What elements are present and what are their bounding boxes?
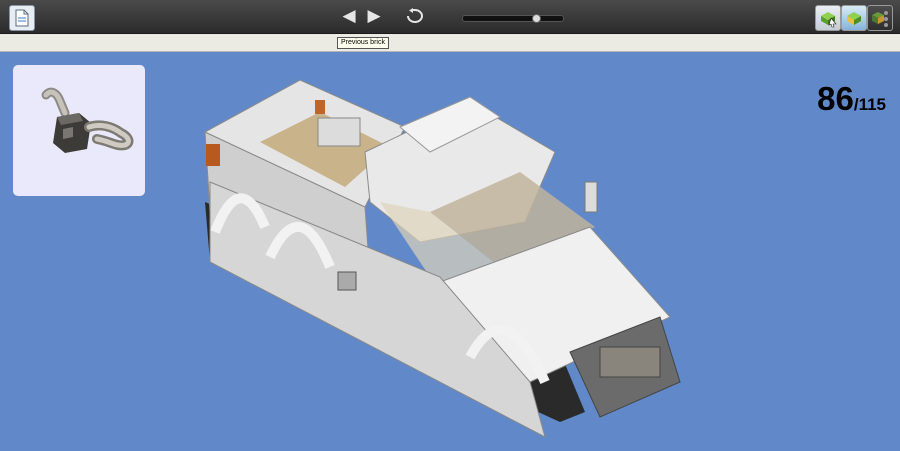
undo-arrow-icon[interactable] [404,8,428,24]
toolbar: ◀ ▶ [0,0,900,34]
assembled-view-glyph [847,12,861,25]
next-brick-button[interactable]: ▶ [365,6,383,26]
build-mode-icon[interactable] [815,5,841,31]
undo-glyph [407,8,423,23]
step-slider-thumb[interactable] [532,14,541,23]
document-glyph [15,9,29,27]
step-slider[interactable] [462,14,564,23]
truck-model-render [203,79,681,438]
tooltip: Previous brick [337,37,389,49]
build-mode-glyph [821,12,837,28]
dark-view-icon[interactable] [867,5,893,31]
document-icon[interactable] [9,5,35,31]
dark-view-glyph [872,11,888,27]
status-strip [0,34,900,52]
previous-brick-button[interactable]: ◀ [340,6,358,26]
assembled-view-icon[interactable] [841,5,867,31]
